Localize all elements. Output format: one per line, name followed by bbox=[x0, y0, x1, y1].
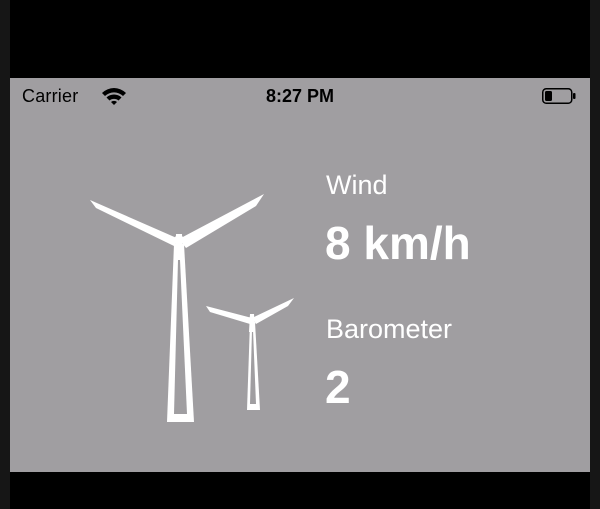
device-frame: Carrier 8:27 PM Wind 8 km/h Barometer 2 bbox=[0, 0, 600, 509]
large-turbine bbox=[90, 194, 264, 422]
barometer-label: Barometer bbox=[326, 314, 453, 344]
status-time: 8:27 PM bbox=[265, 86, 335, 106]
barometer-value: 2 bbox=[325, 361, 351, 413]
small-turbine bbox=[206, 298, 294, 410]
app-screen: Carrier 8:27 PM Wind 8 km/h Barometer 2 bbox=[10, 78, 590, 472]
wind-label: Wind bbox=[326, 170, 388, 200]
status-bar: Carrier 8:27 PM bbox=[10, 78, 590, 114]
battery-icon bbox=[542, 88, 576, 104]
wind-value: 8 km/h bbox=[325, 217, 471, 269]
wind-turbines-icon bbox=[90, 194, 294, 422]
